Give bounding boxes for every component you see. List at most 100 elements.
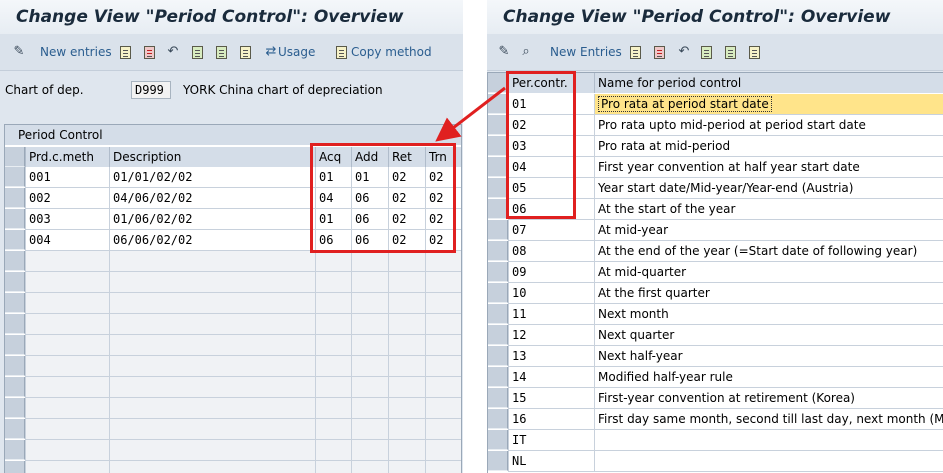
select-all-button[interactable] (701, 42, 712, 62)
empty-cell[interactable] (315, 461, 351, 473)
period-control-name-cell[interactable]: Modified half-year rule (594, 367, 943, 388)
acq-cell[interactable]: 06 (315, 230, 351, 251)
add-cell[interactable]: 06 (351, 230, 388, 251)
col-header-description[interactable]: Description (109, 147, 315, 167)
empty-cell[interactable] (425, 377, 461, 398)
row-selector[interactable] (5, 440, 25, 460)
find-button[interactable]: ⌕ (519, 42, 533, 62)
row-selector[interactable] (5, 314, 25, 334)
period-control-name-cell[interactable]: First day same month, second till last d… (594, 409, 943, 430)
empty-cell[interactable] (315, 419, 351, 440)
prd-c-meth-cell[interactable]: 002 (25, 188, 109, 209)
empty-cell[interactable] (351, 272, 388, 293)
period-control-name-cell[interactable]: At mid-quarter (594, 262, 943, 283)
empty-cell[interactable] (315, 314, 351, 335)
row-selector[interactable] (5, 293, 25, 313)
per-contr-cell[interactable]: 16 (508, 409, 594, 430)
per-contr-cell[interactable]: 05 (508, 178, 594, 199)
row-selector[interactable] (5, 377, 25, 397)
empty-cell[interactable] (425, 356, 461, 377)
period-control-name-cell[interactable]: Next month (594, 304, 943, 325)
empty-cell[interactable] (109, 398, 315, 419)
deselect-all-button[interactable] (240, 42, 251, 62)
row-selector[interactable] (488, 451, 508, 471)
empty-cell[interactable] (25, 314, 109, 335)
empty-cell[interactable] (315, 293, 351, 314)
empty-cell[interactable] (109, 251, 315, 272)
per-contr-cell[interactable]: 11 (508, 304, 594, 325)
usage-button[interactable]: ⇄ Usage (264, 42, 316, 62)
per-contr-cell[interactable]: 02 (508, 115, 594, 136)
add-cell[interactable]: 06 (351, 188, 388, 209)
row-selector[interactable] (488, 409, 508, 429)
empty-cell[interactable] (25, 293, 109, 314)
acq-cell[interactable]: 01 (315, 209, 351, 230)
row-selector[interactable] (5, 167, 25, 187)
per-contr-cell[interactable]: IT (508, 430, 594, 451)
empty-cell[interactable] (388, 398, 425, 419)
empty-cell[interactable] (109, 335, 315, 356)
row-selector[interactable] (5, 272, 25, 292)
copy-method-button[interactable]: Copy method (336, 42, 432, 62)
period-control-name-cell[interactable]: First year convention at half year start… (594, 157, 943, 178)
row-selector[interactable] (488, 199, 508, 219)
add-cell[interactable]: 01 (351, 167, 388, 188)
row-selector[interactable] (488, 241, 508, 261)
per-contr-cell[interactable]: 07 (508, 220, 594, 241)
row-selector[interactable] (488, 115, 508, 135)
empty-cell[interactable] (109, 461, 315, 473)
row-selector[interactable] (488, 325, 508, 345)
per-contr-cell[interactable]: 15 (508, 388, 594, 409)
period-control-name-cell[interactable]: At the end of the year (=Start date of f… (594, 241, 943, 262)
row-selector[interactable] (5, 461, 25, 473)
trn-cell[interactable]: 02 (425, 167, 461, 188)
row-selector[interactable] (5, 188, 25, 208)
empty-cell[interactable] (109, 377, 315, 398)
period-control-name-cell[interactable]: At mid-year (594, 220, 943, 241)
period-control-name-cell[interactable]: Pro rata upto mid-period at period start… (594, 115, 943, 136)
period-control-name-cell[interactable]: Pro rata at period start date (594, 94, 943, 115)
per-contr-cell[interactable]: 10 (508, 283, 594, 304)
col-header-prd-c-meth[interactable]: Prd.c.meth (25, 147, 109, 167)
empty-cell[interactable] (425, 461, 461, 473)
empty-cell[interactable] (425, 314, 461, 335)
row-selector[interactable] (488, 388, 508, 408)
empty-cell[interactable] (425, 335, 461, 356)
col-header-name-for-period-control[interactable]: Name for period control (594, 73, 943, 93)
empty-cell[interactable] (388, 419, 425, 440)
empty-cell[interactable] (25, 377, 109, 398)
period-control-name-cell[interactable]: At the start of the year (594, 199, 943, 220)
description-cell[interactable]: 01/01/02/02 (109, 167, 315, 188)
empty-cell[interactable] (425, 251, 461, 272)
row-selector[interactable] (488, 346, 508, 366)
empty-cell[interactable] (388, 335, 425, 356)
select-block-button[interactable] (725, 42, 736, 62)
empty-cell[interactable] (425, 272, 461, 293)
undo-change-button[interactable]: ↶ (677, 42, 691, 62)
empty-cell[interactable] (109, 440, 315, 461)
row-selector[interactable] (488, 304, 508, 324)
empty-cell[interactable] (351, 251, 388, 272)
prd-c-meth-cell[interactable]: 003 (25, 209, 109, 230)
period-control-name-cell[interactable] (594, 430, 943, 451)
per-contr-cell[interactable]: 13 (508, 346, 594, 367)
col-header-per-contr[interactable]: Per.contr. (508, 73, 594, 93)
trn-cell[interactable]: 02 (425, 230, 461, 251)
period-control-name-cell[interactable]: Next quarter (594, 325, 943, 346)
empty-cell[interactable] (315, 335, 351, 356)
per-contr-cell[interactable]: 06 (508, 199, 594, 220)
row-selector[interactable] (488, 136, 508, 156)
empty-cell[interactable] (351, 440, 388, 461)
col-header-acq[interactable]: Acq (315, 147, 351, 167)
ret-cell[interactable]: 02 (388, 209, 425, 230)
period-control-name-cell[interactable]: First-year convention at retirement (Kor… (594, 388, 943, 409)
row-selector[interactable] (488, 220, 508, 240)
select-all-column[interactable] (5, 147, 25, 167)
row-selector[interactable] (488, 262, 508, 282)
prd-c-meth-cell[interactable]: 001 (25, 167, 109, 188)
period-control-name-cell[interactable] (594, 451, 943, 472)
empty-cell[interactable] (351, 461, 388, 473)
empty-cell[interactable] (425, 398, 461, 419)
row-selector[interactable] (488, 367, 508, 387)
empty-cell[interactable] (315, 251, 351, 272)
